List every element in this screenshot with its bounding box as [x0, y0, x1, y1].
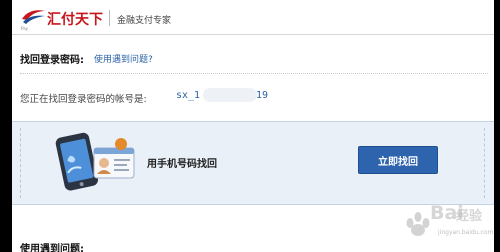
- brand-tagline: 金融支付专家: [117, 16, 172, 26]
- dotted-divider: [20, 73, 488, 74]
- account-redaction: [203, 88, 257, 102]
- panel-edge-right: [484, 128, 485, 198]
- right-black-border: [494, 0, 500, 252]
- logo-small-text: Pay: [21, 26, 29, 31]
- recover-now-button[interactable]: 立即找回: [358, 146, 438, 174]
- account-value-start: sx_1: [176, 90, 201, 101]
- brand-name[interactable]: 汇付天下: [47, 9, 103, 29]
- account-label: 您正在找回登录密码的帐号是:: [20, 94, 147, 105]
- method-label: 用手机号码找回: [147, 159, 217, 170]
- bottom-section-title: 使用遇到问题:: [20, 244, 84, 252]
- phone-id-card-icon: [55, 132, 135, 191]
- header-divider-line: [12, 34, 494, 35]
- watermark-url: jingyan.baidu.com: [438, 229, 494, 236]
- watermark-text-cn: 经验: [456, 209, 483, 224]
- panel-edge-left: [20, 128, 21, 198]
- swoosh-logo-icon[interactable]: [21, 8, 46, 26]
- page: Pay 汇付天下 金融支付专家 找回登录密码: 使用遇到问题? 您正在找回登录密…: [12, 0, 494, 252]
- help-link[interactable]: 使用遇到问题?: [94, 52, 153, 65]
- account-value-end: 19: [256, 90, 269, 101]
- header-divider: [109, 10, 110, 26]
- site-header: Pay 汇付天下 金融支付专家: [12, 0, 494, 34]
- section-title: 找回登录密码:: [20, 55, 84, 66]
- left-black-border: [0, 0, 12, 252]
